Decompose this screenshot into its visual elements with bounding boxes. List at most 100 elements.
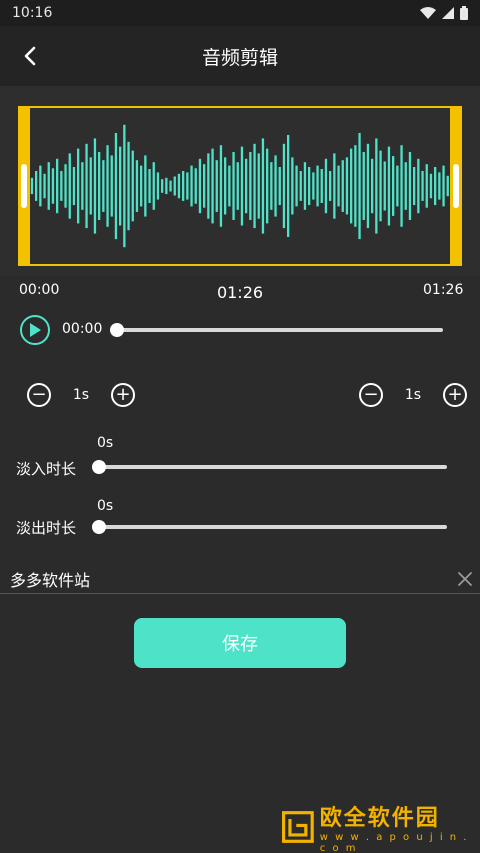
waveform-bar [383,161,386,211]
waveform-bar [324,158,328,214]
start-minus-button[interactable]: − [27,383,51,407]
back-button[interactable] [14,40,46,72]
waveform-bar [98,152,101,220]
waveform-bar [245,158,248,214]
waveform-bar [266,148,269,224]
waveform-bar [85,143,88,229]
waveform-bar [89,157,92,215]
waveform-bar [198,158,202,214]
waveform-area[interactable] [0,86,480,276]
waveform-bar [127,141,130,231]
waveform-bar [60,171,63,201]
end-minus-button[interactable]: − [359,383,383,407]
waveform-bar [177,173,181,199]
waveform-bar [345,157,349,215]
waveform-bar [282,143,286,229]
waveform-bar [240,146,244,226]
status-icons [420,6,468,20]
trim-start-handle[interactable] [18,106,30,266]
play-button[interactable] [20,315,50,345]
waveform-bar [72,167,76,206]
waveform [30,124,449,248]
fade-in-label: 淡入时长 [16,460,77,478]
minus-icon: − [363,384,379,405]
play-icon [30,323,41,337]
fade-in-value: 0s [97,435,114,451]
status-time: 10:16 [12,5,53,21]
trim-start-grip [21,164,27,208]
current-time: 01:26 [0,283,480,302]
waveform-bar [114,133,118,240]
waveform-bar [161,179,164,193]
close-icon[interactable] [456,570,474,588]
save-button[interactable]: 保存 [134,618,346,668]
waveform-bar [148,169,151,203]
fade-out-label: 淡出时长 [16,519,77,537]
waveform-bar [387,146,391,226]
end-stepper: − 1s + [359,380,467,410]
waveform-bar [232,152,235,220]
waveform-bar [123,124,126,248]
start-plus-button[interactable]: + [111,383,135,407]
watermark-url: w w w . a p o u j i n . c o m [319,832,469,853]
waveform-bar [442,165,445,207]
watermark-text: 欧全软件园 [319,806,440,831]
waveform-bar [144,155,147,217]
waveform-bar [320,169,323,203]
waveform-bar [68,153,71,219]
waveform-bar [236,162,239,210]
waveform-bar [140,165,143,207]
waveform-bar [228,165,231,207]
trim-end-handle[interactable] [450,106,462,266]
waveform-bar [312,172,315,200]
waveform-bar [316,165,319,207]
current-time-label: 01:26 [216,283,264,302]
waveform-bar [375,138,378,234]
waveform-bar [417,158,420,214]
waveform-bar [333,153,336,219]
waveform-bar [249,152,252,220]
chevron-left-icon [24,46,36,66]
waveform-bar [64,164,67,208]
waveform-bar [56,158,59,214]
waveform-bar [303,162,307,210]
waveform-bar [329,171,332,201]
player-progress-track[interactable] [117,328,443,332]
player-row: 00:00 [0,310,480,350]
waveform-bar [291,157,294,215]
battery-icon [460,6,468,20]
signal-icon [442,7,454,19]
waveform-bar [102,160,105,212]
waveform-bar [152,162,155,210]
waveform-bar [106,145,109,227]
waveform-bar [446,175,449,197]
waveform-bar [408,152,412,220]
waveform-bar [173,176,176,196]
fade-in-thumb[interactable] [92,460,106,474]
player-progress-thumb[interactable] [110,323,124,337]
waveform-bar [354,145,357,227]
waveform-bar [194,168,197,204]
waveform-bar [371,158,374,214]
waveform-bar [77,148,80,224]
waveform-bar [207,153,210,219]
fade-out-track[interactable] [99,525,447,529]
waveform-bar [299,171,302,201]
fade-in-track[interactable] [99,465,447,469]
app-header: 音频剪辑 [0,26,480,86]
waveform-bar [434,167,437,206]
waveform-bar [51,168,55,204]
trim-end-time: 01:26 [423,282,464,298]
waveform-bar [261,138,265,234]
waveform-bar [35,171,38,201]
waveform-bar [131,150,134,222]
waveform-bar [190,165,193,207]
file-name-input[interactable] [10,566,430,592]
end-plus-button[interactable]: + [443,383,467,407]
fade-out-thumb[interactable] [92,520,106,534]
waveform-bar [47,162,50,210]
waveform-bar [135,160,139,212]
waveform-bar [362,152,365,220]
status-bar: 10:16 [0,0,480,26]
waveform-bar [358,133,361,240]
